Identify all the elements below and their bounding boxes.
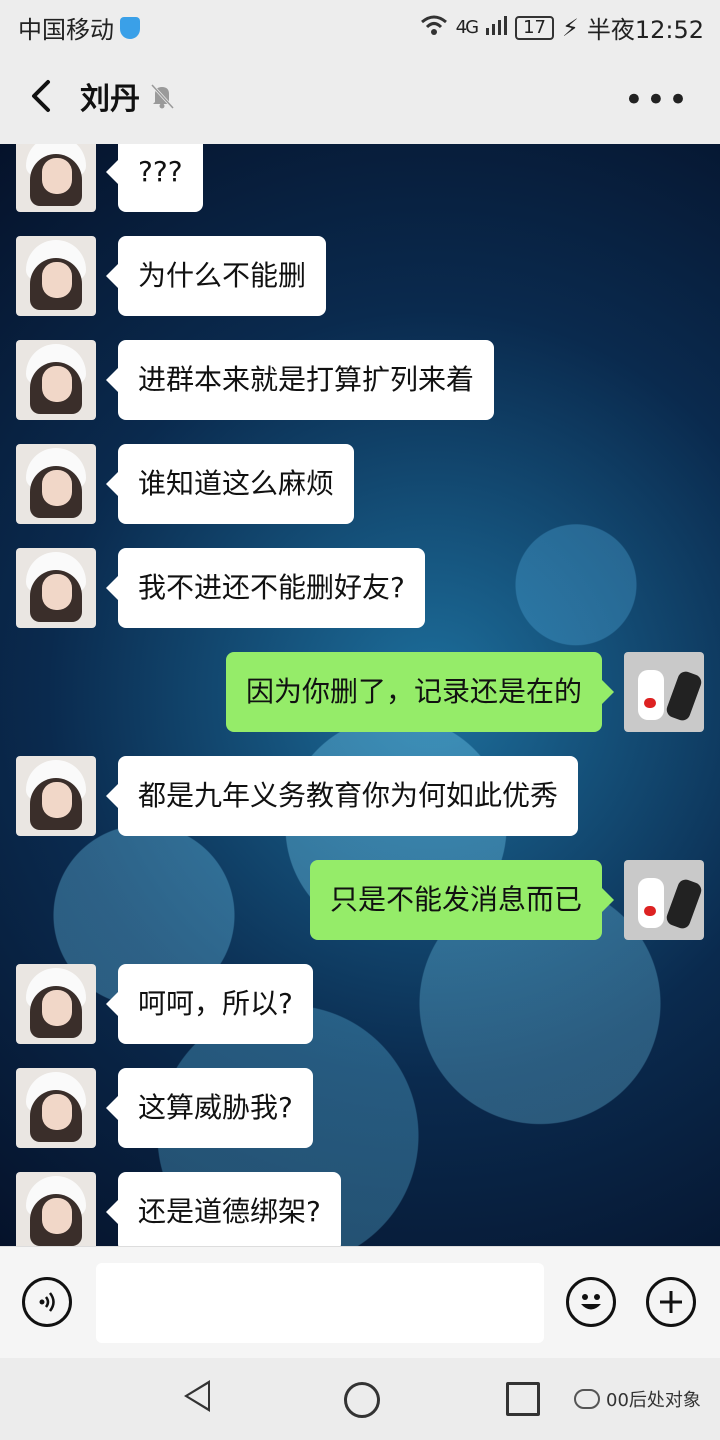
muted-bell-icon: [148, 82, 176, 110]
emoji-icon[interactable]: [566, 1277, 616, 1327]
message-bubble[interactable]: 我不进还不能删好友?: [106, 548, 425, 628]
message-bubble[interactable]: 呵呵，所以?: [106, 964, 313, 1044]
watermark-text: 00后处对象: [606, 1390, 701, 1411]
message-row: 因为你删了，记录还是在的: [0, 652, 720, 732]
message-row: 都是九年义务教育你为何如此优秀: [0, 756, 720, 836]
clock: 半夜12:52: [586, 16, 704, 44]
wechat-icon: [574, 1389, 600, 1409]
message-bubble[interactable]: 为什么不能删: [105, 236, 327, 316]
message-bubble[interactable]: 这算威胁我?: [106, 1068, 313, 1148]
nav-home-icon[interactable]: [344, 1382, 380, 1418]
signal-icon: [485, 14, 508, 42]
contact-avatar[interactable]: [16, 444, 96, 524]
message-bubble[interactable]: 都是九年义务教育你为何如此优秀: [105, 756, 579, 836]
charging-icon: ⚡: [561, 13, 579, 42]
add-more-icon[interactable]: [646, 1277, 696, 1327]
contact-avatar[interactable]: [16, 144, 96, 212]
contact-avatar[interactable]: [16, 1068, 96, 1148]
message-row: 谁知道这么麻烦: [0, 444, 720, 524]
my-avatar[interactable]: [624, 652, 704, 732]
nav-back-icon[interactable]: [184, 1380, 210, 1412]
message-row: 只是不能发消息而已: [0, 860, 720, 940]
battery-level: 17: [515, 15, 554, 40]
message-row: 呵呵，所以?: [0, 964, 720, 1044]
contact-avatar[interactable]: [16, 1172, 96, 1246]
more-options-icon[interactable]: •••: [624, 80, 690, 120]
message-row: 为什么不能删: [0, 236, 720, 316]
wifi-icon: [420, 14, 448, 42]
shield-icon: [120, 16, 140, 39]
message-row: 我不进还不能删好友?: [0, 548, 720, 628]
watermark: 00后处对象: [574, 1386, 701, 1412]
contact-avatar[interactable]: [16, 548, 96, 628]
message-bubble[interactable]: 只是不能发消息而已: [309, 860, 615, 940]
message-row: 这算威胁我?: [0, 1068, 720, 1148]
chat-header: 刘丹 •••: [0, 50, 720, 144]
contact-name: 刘丹: [80, 82, 140, 117]
my-avatar[interactable]: [624, 860, 704, 940]
message-input[interactable]: [96, 1263, 544, 1343]
message-bubble[interactable]: ???: [106, 144, 203, 212]
message-row: 进群本来就是打算扩列来着: [0, 340, 720, 420]
contact-avatar[interactable]: [16, 964, 96, 1044]
message-bubble[interactable]: 还是道德绑架?: [106, 1172, 341, 1246]
network-type-label: 4G: [455, 17, 479, 38]
message-row: ???: [0, 144, 720, 212]
message-bubble[interactable]: 进群本来就是打算扩列来着: [105, 340, 495, 420]
nav-recents-icon[interactable]: [506, 1382, 540, 1416]
status-bar: 中国移动 4G 17 ⚡ 半夜12:52: [0, 0, 720, 50]
message-bubble[interactable]: 因为你删了，记录还是在的: [225, 652, 615, 732]
contact-avatar[interactable]: [16, 756, 96, 836]
contact-avatar[interactable]: [16, 340, 96, 420]
message-row: 还是道德绑架?: [0, 1172, 720, 1246]
carrier-label: 中国移动: [18, 16, 114, 44]
input-bar: [0, 1246, 720, 1359]
voice-input-icon[interactable]: [22, 1277, 72, 1327]
chat-area[interactable]: ??? 为什么不能删 进群本来就是打算扩列来着 谁知道这么麻烦 我不进还不能删好…: [0, 144, 720, 1246]
system-nav-bar: 00后处对象: [0, 1358, 720, 1440]
message-bubble[interactable]: 谁知道这么麻烦: [105, 444, 355, 524]
back-icon[interactable]: [22, 76, 62, 116]
contact-avatar[interactable]: [16, 236, 96, 316]
